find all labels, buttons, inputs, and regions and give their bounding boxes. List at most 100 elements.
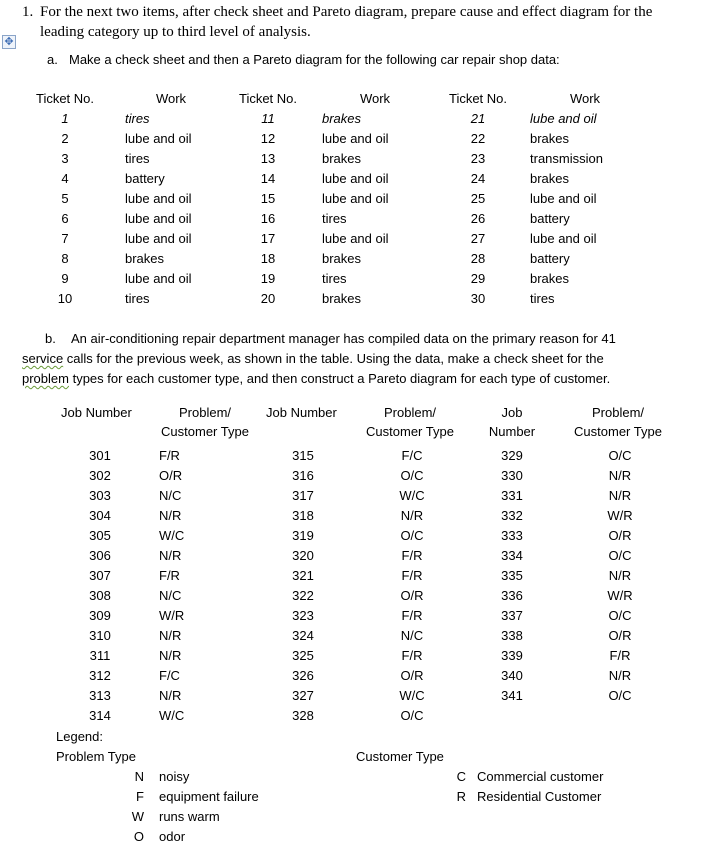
job-number: 341 — [501, 688, 523, 703]
work-cell: brakes — [530, 271, 570, 286]
part-a-text: Make a check sheet and then a Pareto dia… — [69, 52, 560, 67]
ticket-number: 6 — [61, 211, 69, 226]
problem-customer-code: O/R — [159, 468, 183, 483]
work-cell: brakes — [322, 251, 362, 266]
job-number: 314 — [89, 708, 111, 723]
work-cell: tires — [125, 151, 150, 166]
work-cell: brakes — [530, 171, 570, 186]
legend-customer-code: C — [456, 769, 466, 784]
job-number: 331 — [501, 488, 523, 503]
problem-customer-code: N/C — [159, 588, 182, 603]
ticket-number: 30 — [470, 291, 486, 306]
legend-problem-desc: equipment failure — [159, 789, 259, 804]
problem-customer-code: O/R — [400, 588, 424, 603]
header-work: Work — [569, 91, 601, 106]
work-cell: battery — [530, 211, 570, 226]
work-cell: lube and oil — [530, 191, 597, 206]
problem-customer-code: O/C — [400, 708, 424, 723]
problem-customer-code: F/C — [401, 448, 423, 463]
ticket-number: 12 — [260, 131, 276, 146]
work-cell: tires — [530, 291, 555, 306]
job-number: 317 — [292, 488, 314, 503]
job-number: 340 — [501, 668, 523, 683]
work-cell: tires — [125, 291, 150, 306]
job-number: 311 — [89, 648, 111, 663]
work-cell: tires — [322, 271, 347, 286]
work-cell: tires — [125, 111, 150, 126]
part-a-label: a. — [47, 52, 58, 67]
ticket-number: 15 — [260, 191, 276, 206]
ticket-number: 21 — [470, 111, 486, 126]
work-cell: lube and oil — [530, 111, 597, 126]
problem-customer-code: O/C — [608, 548, 632, 563]
job-number: 306 — [89, 548, 111, 563]
problem-customer-code: F/R — [401, 608, 423, 623]
ticket-number: 3 — [61, 151, 69, 166]
problem-customer-code: F/R — [159, 568, 180, 583]
problem-customer-code: W/C — [399, 688, 425, 703]
work-cell: lube and oil — [125, 271, 192, 286]
legend-problem-title: Problem Type — [56, 749, 136, 764]
job-number: 322 — [292, 588, 314, 603]
spell-check-word[interactable]: service — [22, 351, 63, 366]
job-number: 321 — [292, 568, 314, 583]
question-line-1: For the next two items, after check shee… — [40, 4, 653, 20]
ticket-number: 10 — [57, 291, 73, 306]
problem-customer-code: W/C — [159, 528, 185, 543]
problem-customer-code: N/R — [608, 468, 632, 483]
job-number: 316 — [292, 468, 314, 483]
job-number: 326 — [292, 668, 314, 683]
ticket-number: 7 — [61, 231, 69, 246]
work-cell: lube and oil — [322, 191, 389, 206]
problem-customer-code: N/R — [159, 628, 182, 643]
legend-problem-desc: odor — [159, 829, 186, 844]
part-b-line-2: service calls for the previous week, as … — [22, 351, 604, 366]
spell-check-word[interactable]: problem — [22, 371, 69, 386]
legend-customer-title: Customer Type — [356, 749, 444, 764]
ticket-number: 1 — [61, 111, 69, 126]
job-number: 301 — [89, 448, 111, 463]
ticket-number: 5 — [61, 191, 69, 206]
job-number: 335 — [501, 568, 523, 583]
ticket-number: 25 — [470, 191, 486, 206]
problem-customer-code: O/R — [608, 528, 632, 543]
ticket-number: 4 — [61, 171, 69, 186]
job-number: 338 — [501, 628, 523, 643]
header-problem-3: Problem/Customer Type — [574, 405, 662, 439]
job-number: 319 — [292, 528, 314, 543]
problem-customer-code: O/C — [608, 448, 632, 463]
work-cell: brakes — [530, 131, 570, 146]
ticket-number: 13 — [260, 151, 276, 166]
header-ticket-no: Ticket No. — [35, 91, 95, 106]
work-cell: brakes — [322, 291, 362, 306]
header-ticket-no: Ticket No. — [238, 91, 298, 106]
job-number: 315 — [292, 448, 314, 463]
job-number: 336 — [501, 588, 523, 603]
problem-customer-code: F/R — [159, 448, 180, 463]
work-cell: lube and oil — [125, 191, 192, 206]
ticket-number: 28 — [470, 251, 486, 266]
problem-customer-code: O/C — [608, 688, 632, 703]
job-number: 318 — [292, 508, 314, 523]
problem-customer-code: N/R — [608, 668, 632, 683]
ticket-number: 20 — [260, 291, 276, 306]
job-number: 303 — [89, 488, 111, 503]
job-number: 313 — [89, 688, 111, 703]
table-move-handle-icon[interactable]: ✥ — [2, 35, 16, 49]
problem-customer-code: O/C — [400, 468, 424, 483]
question-number: 1. — [22, 4, 34, 20]
job-number: 323 — [292, 608, 314, 623]
job-number: 330 — [501, 468, 523, 483]
job-number: 320 — [292, 548, 314, 563]
job-number: 327 — [292, 688, 314, 703]
ticket-number: 22 — [470, 131, 486, 146]
problem-customer-code: F/R — [401, 648, 423, 663]
work-cell: lube and oil — [322, 231, 389, 246]
problem-customer-code: O/C — [400, 528, 424, 543]
job-number: 332 — [501, 508, 523, 523]
ticket-number: 19 — [260, 271, 276, 286]
legend-problem-desc: runs warm — [159, 809, 220, 824]
job-number: 307 — [89, 568, 111, 583]
problem-customer-code: N/C — [159, 488, 182, 503]
problem-customer-code: W/R — [607, 508, 633, 523]
